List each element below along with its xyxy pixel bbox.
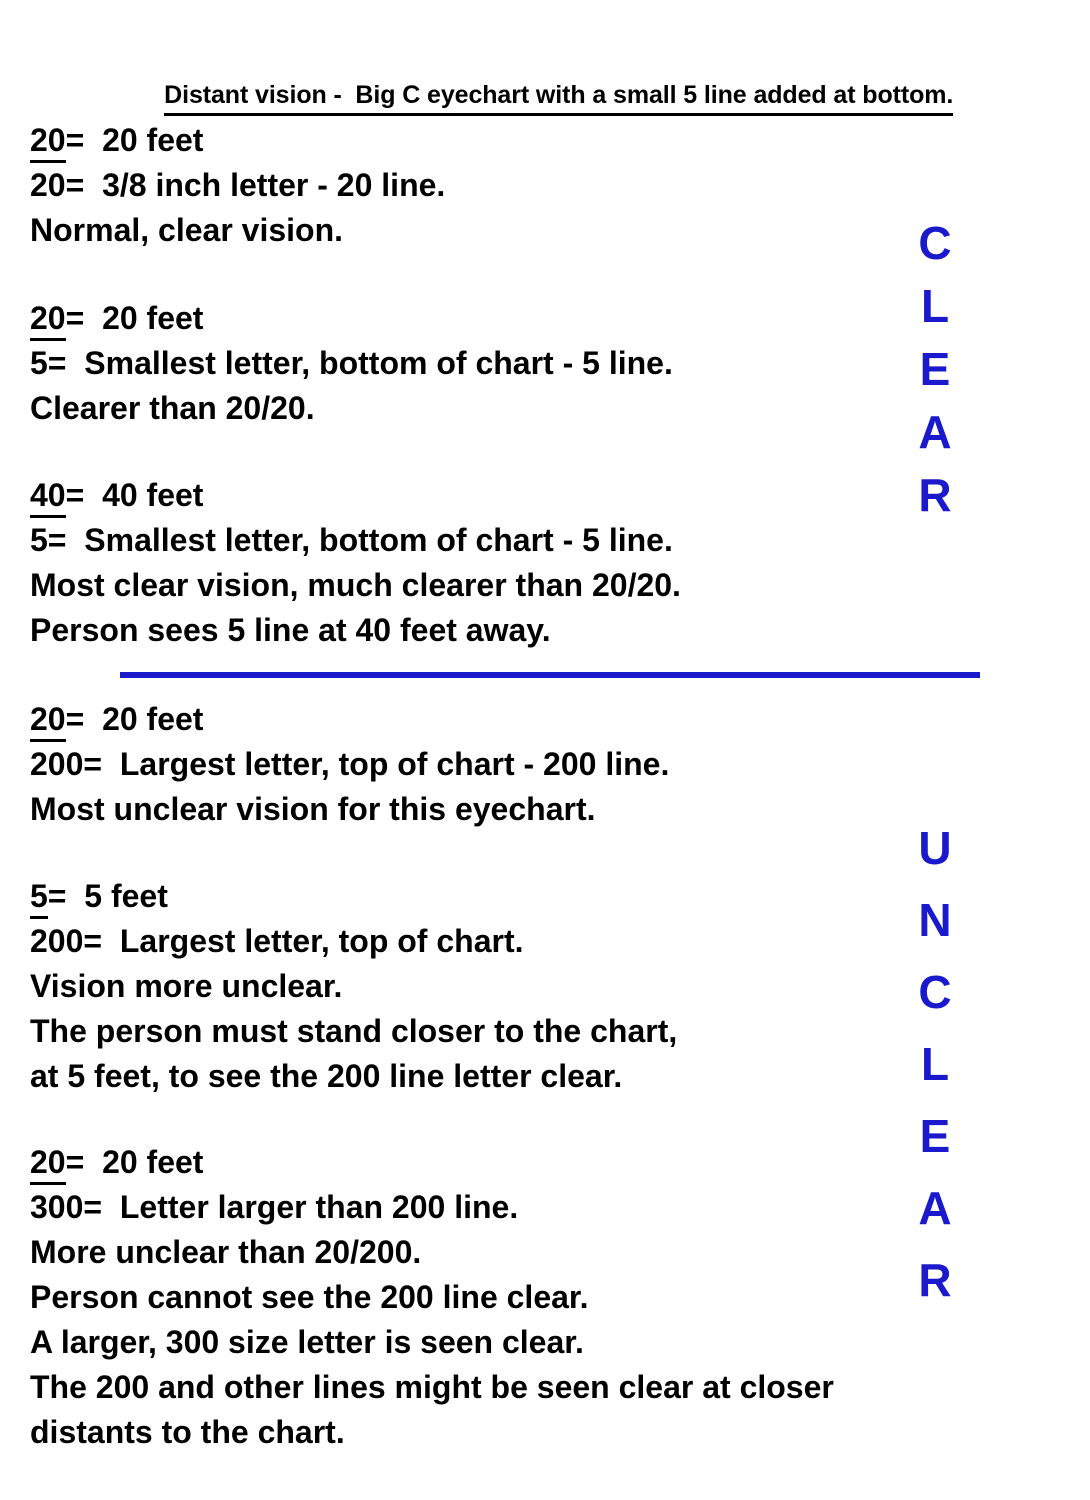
numerator-meaning: = 20 feet [65, 122, 204, 158]
denominator-value: 5 [30, 345, 48, 381]
description-line: Person sees 5 line at 40 feet away. [30, 612, 551, 648]
denominator-meaning: = Smallest letter, bottom of chart - 5 l… [47, 345, 673, 381]
numerator-row: 20= 20 feet [30, 296, 890, 341]
numerator-row: 5= 5 feet [30, 874, 890, 919]
vertical-letter: N [918, 894, 952, 946]
vertical-word-unclear: U N C L E A R [900, 812, 970, 1316]
denominator-value: 300 [30, 1189, 84, 1225]
numerator-value: 40 [30, 476, 66, 518]
ratio-block-20-20: 20= 20 feet 20= 3/8 inch letter - 20 lin… [30, 118, 890, 253]
numerator-value: 20 [30, 700, 66, 742]
page-title-text: Distant vision - Big C eyechart with a s… [164, 81, 953, 116]
vertical-letter: E [919, 343, 951, 395]
vertical-letter: U [918, 822, 952, 874]
description-line: at 5 feet, to see the 200 line letter cl… [30, 1058, 623, 1094]
document-page: Distant vision - Big C eyechart with a s… [0, 0, 1090, 1500]
description-line: Most unclear vision for this eyechart. [30, 791, 596, 827]
numerator-meaning: = 5 feet [47, 878, 168, 914]
denominator-meaning: = Letter larger than 200 line. [83, 1189, 519, 1225]
vertical-word-clear: C L E A R [900, 212, 970, 527]
description-line: More unclear than 20/200. [30, 1234, 422, 1270]
description-line: Vision more unclear. [30, 968, 343, 1004]
numerator-value: 20 [30, 299, 66, 341]
denominator-value: 5 [30, 522, 48, 558]
denominator-row: 200= Largest letter, top of chart - 200 … [30, 742, 890, 787]
numerator-value: 20 [30, 121, 66, 163]
numerator-row: 20= 20 feet [30, 118, 890, 163]
denominator-row: 5= Smallest letter, bottom of chart - 5 … [30, 341, 890, 386]
numerator-row: 20= 20 feet [30, 697, 890, 742]
vertical-letter: C [918, 217, 952, 269]
section-divider [120, 672, 980, 678]
numerator-meaning: = 20 feet [65, 701, 204, 737]
description-line: Most clear vision, much clearer than 20/… [30, 567, 681, 603]
description-line: The 200 and other lines might be seen cl… [30, 1369, 834, 1405]
denominator-meaning: = Largest letter, top of chart. [83, 923, 524, 959]
numerator-value: 5 [30, 877, 48, 919]
denominator-meaning: = 3/8 inch letter - 20 line. [65, 167, 446, 203]
vertical-letter: L [920, 280, 950, 332]
denominator-row: 300= Letter larger than 200 line. [30, 1185, 1020, 1230]
vertical-letter: A [918, 1182, 952, 1234]
description-line: A larger, 300 size letter is seen clear. [30, 1324, 584, 1360]
description-line: The person must stand closer to the char… [30, 1013, 678, 1049]
vertical-letter: L [920, 1038, 950, 1090]
vertical-letter: R [918, 469, 952, 521]
numerator-row: 40= 40 feet [30, 473, 890, 518]
numerator-meaning: = 40 feet [65, 477, 204, 513]
vertical-letter: C [918, 966, 952, 1018]
denominator-value: 20 [30, 167, 66, 203]
vertical-letter: E [919, 1110, 951, 1162]
denominator-row: 20= 3/8 inch letter - 20 line. [30, 163, 890, 208]
ratio-block-40-5: 40= 40 feet 5= Smallest letter, bottom o… [30, 473, 890, 653]
denominator-meaning: = Largest letter, top of chart - 200 lin… [83, 746, 670, 782]
numerator-meaning: = 20 feet [65, 1144, 204, 1180]
vertical-letter: R [918, 1254, 952, 1306]
numerator-row: 20= 20 feet [30, 1140, 1020, 1185]
denominator-row: 5= Smallest letter, bottom of chart - 5 … [30, 518, 890, 563]
numerator-value: 20 [30, 1143, 66, 1185]
numerator-meaning: = 20 feet [65, 300, 204, 336]
denominator-meaning: = Smallest letter, bottom of chart - 5 l… [47, 522, 673, 558]
ratio-block-5-200: 5= 5 feet 200= Largest letter, top of ch… [30, 874, 890, 1099]
vertical-letter: A [918, 406, 952, 458]
ratio-block-20-200: 20= 20 feet 200= Largest letter, top of … [30, 697, 890, 832]
description-line: Clearer than 20/20. [30, 390, 315, 426]
description-line: Person cannot see the 200 line clear. [30, 1279, 589, 1315]
ratio-block-20-5: 20= 20 feet 5= Smallest letter, bottom o… [30, 296, 890, 431]
denominator-row: 200= Largest letter, top of chart. [30, 919, 890, 964]
description-line: distants to the chart. [30, 1414, 345, 1450]
denominator-value: 200 [30, 923, 84, 959]
denominator-value: 200 [30, 746, 84, 782]
description-line: Normal, clear vision. [30, 212, 344, 248]
ratio-block-20-300: 20= 20 feet 300= Letter larger than 200 … [30, 1140, 1020, 1455]
